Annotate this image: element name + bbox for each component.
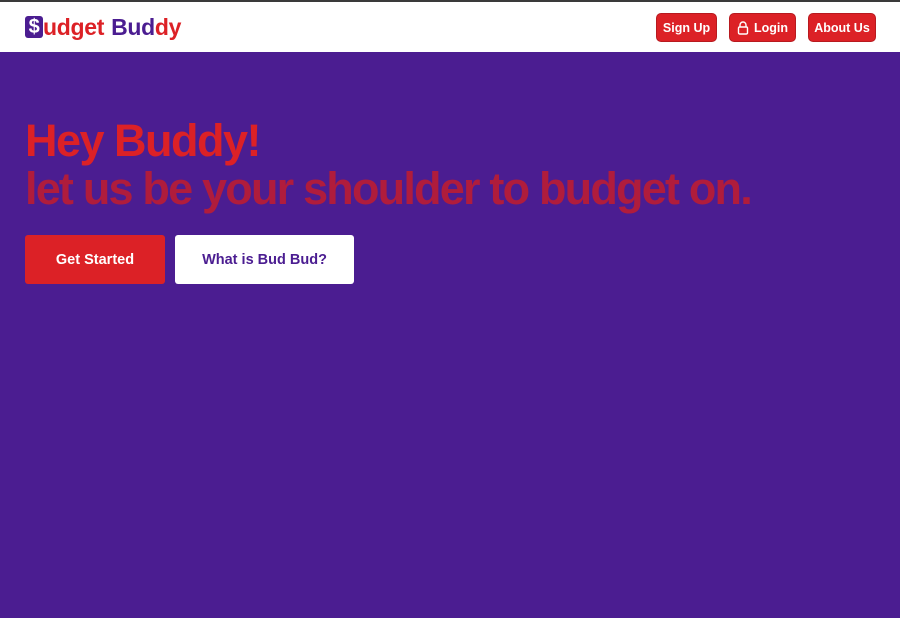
- site-header: $ udget Bud dy Sign Up Login About Us: [0, 2, 900, 52]
- what-is-bud-bud-label: What is Bud Bud?: [202, 251, 327, 268]
- logo[interactable]: $ udget Bud dy: [25, 14, 181, 40]
- about-us-label: About Us: [814, 20, 870, 35]
- signup-label: Sign Up: [662, 20, 711, 35]
- login-label: Login: [753, 20, 788, 35]
- hero-headline: Hey Buddy!: [25, 115, 262, 166]
- logo-dollar-badge: $: [25, 16, 43, 38]
- lock-icon: [737, 20, 749, 35]
- signup-button[interactable]: Sign Up: [656, 13, 717, 42]
- get-started-label: Get Started: [55, 251, 135, 268]
- get-started-button[interactable]: Get Started: [25, 235, 165, 284]
- about-us-button[interactable]: About Us: [808, 13, 876, 42]
- logo-text-dy: dy: [154, 14, 182, 40]
- what-is-bud-bud-button[interactable]: What is Bud Bud?: [175, 235, 354, 284]
- login-button[interactable]: Login: [729, 13, 796, 42]
- logo-text-udget: udget: [43, 14, 105, 40]
- logo-text-bud: Bud: [111, 14, 155, 40]
- hero-tagline: let us be your shoulder to budget on.: [25, 163, 753, 214]
